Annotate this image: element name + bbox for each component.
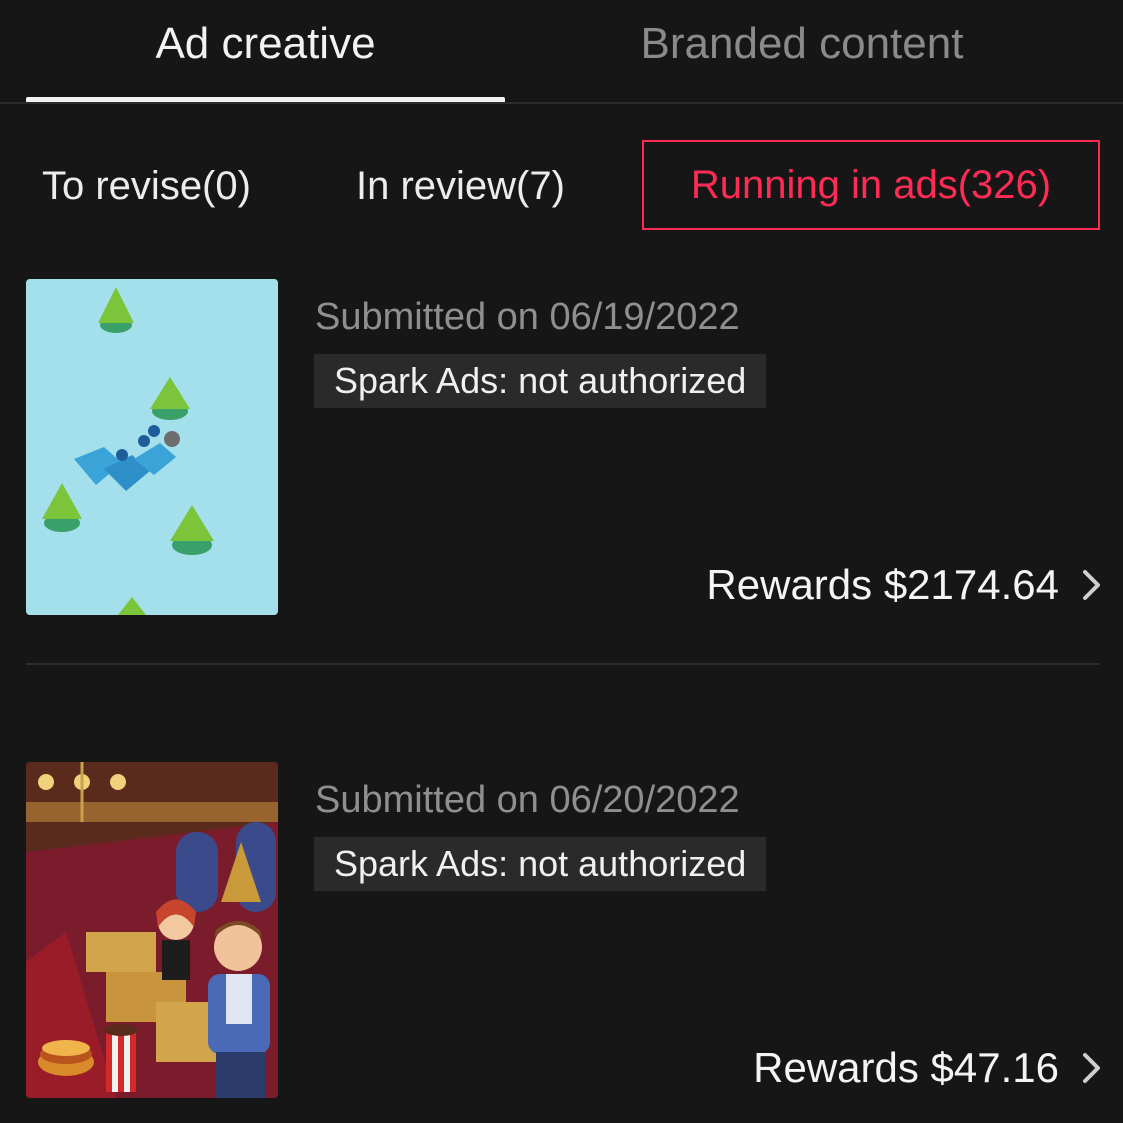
creative-list-item[interactable]: Submitted on 06/20/2022 Spark Ads: not a…: [0, 762, 1123, 1098]
top-tab-bar: Ad creative Branded content: [0, 0, 1123, 104]
rewards-amount: Rewards $2174.64: [706, 561, 1059, 608]
rewards-amount: Rewards $47.16: [753, 1044, 1059, 1091]
spark-ads-status-badge: Spark Ads: not authorized: [314, 354, 767, 408]
video-thumbnail[interactable]: [26, 279, 278, 615]
rewards-link[interactable]: Rewards $47.16: [753, 1040, 1103, 1096]
ad-creative-page: Ad creative Branded content To revise(0)…: [0, 0, 1123, 1123]
tab-ad-creative[interactable]: Ad creative: [26, 14, 505, 74]
chevron-right-icon: [1083, 1053, 1100, 1083]
spark-ads-status-badge: Spark Ads: not authorized: [314, 837, 767, 891]
subtab-in-review[interactable]: In review(7): [356, 152, 565, 220]
game-restaurant-thumbnail-image: [26, 762, 278, 1098]
subtab-to-revise[interactable]: To revise(0): [42, 152, 251, 220]
list-divider: [26, 663, 1100, 665]
tab-branded-content[interactable]: Branded content: [560, 14, 1044, 74]
creative-list-item[interactable]: Submitted on 06/19/2022 Spark Ads: not a…: [0, 279, 1123, 615]
video-thumbnail[interactable]: [26, 762, 278, 1098]
game-island-thumbnail-image: [26, 279, 278, 615]
tab-bar-divider: [0, 102, 1123, 104]
rewards-link[interactable]: Rewards $2174.64: [706, 557, 1103, 613]
chevron-right-icon: [1083, 570, 1100, 600]
submitted-date: Submitted on 06/19/2022: [315, 296, 740, 338]
submitted-date: Submitted on 06/20/2022: [315, 779, 740, 821]
subtab-running-in-ads[interactable]: Running in ads(326): [642, 140, 1100, 230]
